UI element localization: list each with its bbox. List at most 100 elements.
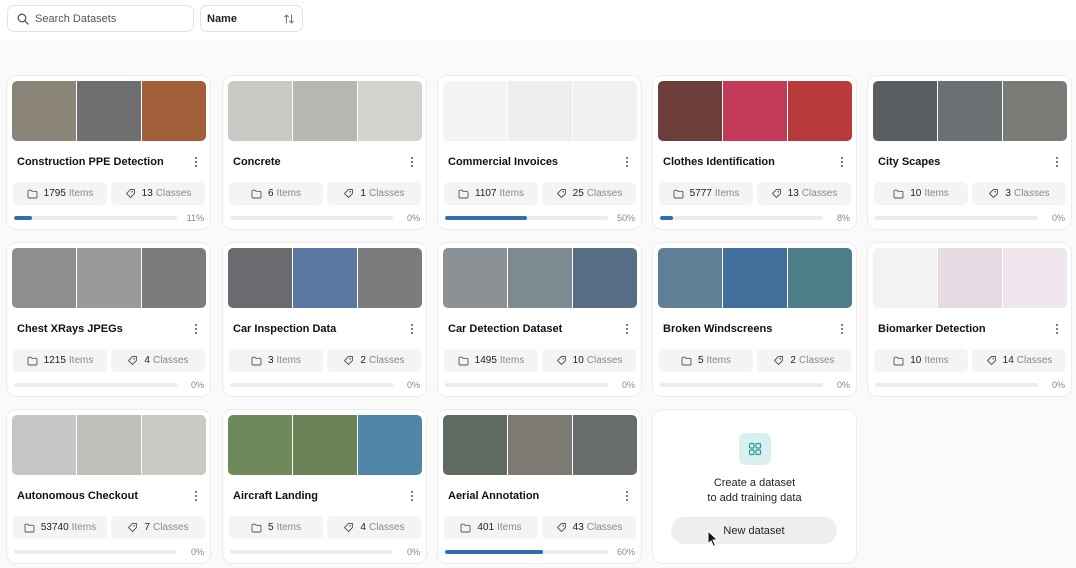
progress-percent: 8% <box>836 213 850 223</box>
classes-count: 2 Classes <box>327 349 421 372</box>
dataset-card[interactable]: Car Inspection Data 3 Items 2 Classes 0% <box>222 242 427 397</box>
items-count: 401 Items <box>444 516 538 539</box>
classes-count: 10 Classes <box>542 349 636 372</box>
progress-bar <box>14 383 177 387</box>
classes-label: Classes <box>801 188 838 199</box>
progress-percent: 0% <box>836 380 850 390</box>
classes-label: Classes <box>798 355 835 366</box>
more-options-icon[interactable] <box>408 490 416 502</box>
dataset-thumbnail <box>142 248 206 308</box>
dataset-card[interactable]: Aircraft Landing 5 Items 4 Classes 0% <box>222 409 427 564</box>
dataset-title: Concrete <box>233 156 281 168</box>
items-count: 1495 Items <box>444 349 538 372</box>
folder-icon <box>251 189 262 198</box>
dataset-card[interactable]: Chest XRays JPEGs 1215 Items 4 Classes 0% <box>6 242 211 397</box>
search-box[interactable] <box>7 5 194 32</box>
folder-icon <box>27 356 38 365</box>
more-options-icon[interactable] <box>408 323 416 335</box>
more-options-icon[interactable] <box>838 156 846 168</box>
progress-percent: 0% <box>1051 213 1065 223</box>
classes-count: 3 Classes <box>972 182 1066 205</box>
items-label: Items <box>68 355 94 366</box>
progress-bar <box>445 383 608 387</box>
classes-count: 13 Classes <box>111 182 205 205</box>
progress-bar <box>14 216 177 220</box>
folder-icon <box>458 189 469 198</box>
progress-percent: 0% <box>406 380 420 390</box>
items-label: Items <box>706 355 731 366</box>
classes-label: Classes <box>1013 188 1050 199</box>
items-label: Items <box>924 355 949 366</box>
dataset-card[interactable]: Concrete 6 Items 1 Classes 0% <box>222 75 427 230</box>
dataset-card[interactable]: Construction PPE Detection 1795 Items 13 Cla… <box>6 75 211 230</box>
more-options-icon[interactable] <box>192 156 200 168</box>
items-label: Items <box>499 188 524 199</box>
folder-icon <box>893 189 904 198</box>
items-label: Items <box>68 188 94 199</box>
dataset-card[interactable]: Biomarker Detection 10 Items 14 Classes 0% <box>867 242 1072 397</box>
classes-number: 14 <box>1002 355 1014 366</box>
dataset-card[interactable]: Autonomous Checkout 53740 Items 7 Classes 0% <box>6 409 211 564</box>
items-count: 5 Items <box>659 349 753 372</box>
classes-label: Classes <box>586 355 623 366</box>
tag-icon <box>556 356 566 365</box>
thumbnail-strip <box>443 415 637 475</box>
more-options-icon[interactable] <box>1053 156 1061 168</box>
more-options-icon[interactable] <box>623 490 631 502</box>
more-options-icon[interactable] <box>192 490 200 502</box>
dataset-thumbnail <box>788 81 852 141</box>
progress-bar <box>445 550 608 554</box>
dataset-card[interactable]: Car Detection Dataset 1495 Items 10 Classes 0… <box>437 242 642 397</box>
progress-percent: 11% <box>186 213 204 223</box>
items-number: 1215 <box>43 355 66 366</box>
thumbnail-strip <box>443 248 637 308</box>
create-line-1: Create a dataset <box>713 477 796 489</box>
more-options-icon[interactable] <box>838 323 846 335</box>
dataset-card[interactable]: Commercial Invoices 1107 Items 25 Classes 50% <box>437 75 642 230</box>
search-input[interactable] <box>35 12 185 25</box>
more-options-icon[interactable] <box>623 156 631 168</box>
tag-icon <box>556 189 566 198</box>
tag-icon <box>986 356 996 365</box>
more-options-icon[interactable] <box>408 156 416 168</box>
thumbnail-strip <box>228 248 422 308</box>
dataset-thumbnail <box>142 415 206 475</box>
classes-count: 43 Classes <box>542 516 636 539</box>
items-count: 5777 Items <box>659 182 753 205</box>
thumbnail-strip <box>12 81 206 141</box>
items-count: 1795 Items <box>13 182 107 205</box>
dataset-thumbnail <box>723 81 787 141</box>
progress-bar <box>445 216 608 220</box>
more-options-icon[interactable] <box>623 323 631 335</box>
tag-icon <box>774 356 784 365</box>
dataset-card[interactable]: Aerial Annotation 401 Items 43 Classes 60% <box>437 409 642 564</box>
dataset-thumbnail <box>228 415 292 475</box>
dataset-title: Car Inspection Data <box>233 323 337 335</box>
dataset-grid-icon <box>739 433 771 465</box>
progress-percent: 0% <box>406 213 420 223</box>
dataset-card[interactable]: Broken Windscreens 5 Items 2 Classes 0% <box>652 242 857 397</box>
more-options-icon[interactable] <box>192 323 200 335</box>
dataset-thumbnail <box>873 248 937 308</box>
dataset-card[interactable]: City Scapes 10 Items 3 Classes 0% <box>867 75 1072 230</box>
dataset-thumbnail <box>12 81 76 141</box>
folder-icon <box>458 356 469 365</box>
folder-icon <box>681 356 692 365</box>
classes-count: 2 Classes <box>757 349 851 372</box>
sort-select[interactable]: Name <box>200 5 303 32</box>
progress-percent: 0% <box>1051 380 1065 390</box>
dataset-title: Car Detection Dataset <box>448 323 563 335</box>
items-label: Items <box>924 188 949 199</box>
items-number: 1495 <box>474 355 497 366</box>
tag-icon <box>989 189 999 198</box>
dataset-card[interactable]: Clothes Identification 5777 Items 13 Classes… <box>652 75 857 230</box>
classes-label: Classes <box>368 355 405 366</box>
folder-icon <box>460 523 471 532</box>
new-dataset-button[interactable]: New dataset <box>671 517 837 544</box>
dataset-grid: 0% 0% 0% 0% 0% Construction PPE Detection 1795… <box>0 0 1076 568</box>
progress-fill <box>445 550 543 554</box>
dataset-thumbnail <box>508 415 572 475</box>
dataset-thumbnail <box>788 248 852 308</box>
more-options-icon[interactable] <box>1053 323 1061 335</box>
classes-count: 4 Classes <box>327 516 421 539</box>
